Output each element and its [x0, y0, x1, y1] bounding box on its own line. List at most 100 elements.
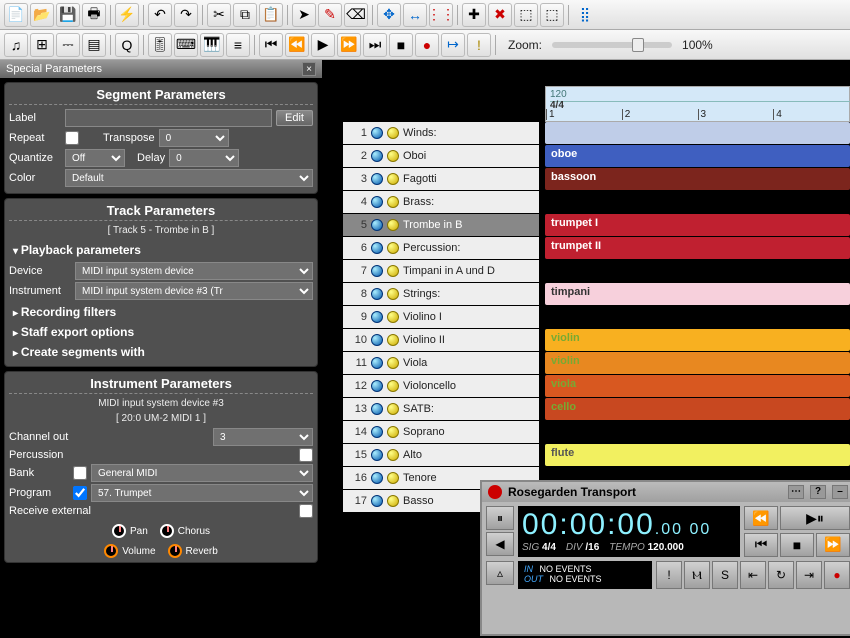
save-icon[interactable]: 💾	[56, 3, 80, 27]
notation-editor-icon[interactable]: ♫	[4, 33, 28, 57]
tp-stop-button[interactable]: ■	[780, 533, 814, 557]
segment-label-input[interactable]	[65, 109, 272, 127]
tp-rewind-button[interactable]: ⏪	[744, 506, 778, 530]
mixer-icon[interactable]: 🎚	[148, 33, 172, 57]
transport-titlebar[interactable]: Rosegarden Transport ⋯ ? –	[482, 482, 850, 502]
track-row[interactable]: 5 Trombe in B	[343, 214, 539, 236]
record-led[interactable]	[387, 242, 399, 254]
mute-led[interactable]	[371, 357, 383, 369]
mute-led[interactable]	[371, 196, 383, 208]
segment[interactable]: flute	[545, 444, 850, 466]
track-row[interactable]: 15 Alto	[343, 444, 539, 466]
window-dots-icon[interactable]: ⋯	[788, 485, 804, 499]
mute-led[interactable]	[371, 495, 383, 507]
record-led[interactable]	[387, 173, 399, 185]
mute-led[interactable]	[371, 242, 383, 254]
device-manager-icon[interactable]: ⌨	[174, 33, 198, 57]
bank-checkbox[interactable]	[73, 466, 87, 480]
tp-panic-button[interactable]: !	[656, 561, 682, 589]
audio-manager-icon[interactable]: ≡	[226, 33, 250, 57]
mute-led[interactable]	[371, 334, 383, 346]
open-file-icon[interactable]: 📂	[30, 3, 54, 27]
record-led[interactable]	[387, 127, 399, 139]
channel-out-select[interactable]: 3	[213, 428, 313, 446]
transpose-select[interactable]: 0	[159, 129, 229, 147]
mute-led[interactable]	[371, 150, 383, 162]
mute-led[interactable]	[371, 288, 383, 300]
track-row[interactable]: 3 Fagotti	[343, 168, 539, 190]
add-track-icon[interactable]: ✚	[462, 3, 486, 27]
record-led[interactable]	[387, 403, 399, 415]
record-led[interactable]	[387, 288, 399, 300]
copy-icon[interactable]: ⧉	[233, 3, 257, 27]
mute-led[interactable]	[371, 311, 383, 323]
record-led[interactable]	[387, 196, 399, 208]
resize-tool-icon[interactable]: ↔	[403, 3, 427, 27]
quantize-select[interactable]: Off	[65, 149, 125, 167]
loop-icon[interactable]: ↦	[441, 33, 465, 57]
rewind-icon[interactable]: ⏪	[285, 33, 309, 57]
record-led[interactable]	[387, 265, 399, 277]
record-led[interactable]	[387, 334, 399, 346]
tp-loop-start-button[interactable]: ⇤	[740, 561, 766, 589]
tp-play-button[interactable]: ▶⏸	[780, 506, 850, 530]
move-tool-icon[interactable]: ✥	[377, 3, 401, 27]
zoom-slider[interactable]	[552, 42, 672, 48]
track-row[interactable]: 4 Brass:	[343, 191, 539, 213]
ruler[interactable]: 120 4/4 1234	[545, 86, 850, 122]
mute-led[interactable]	[371, 127, 383, 139]
record-led[interactable]	[387, 219, 399, 231]
segment[interactable]	[545, 122, 850, 144]
repeat-checkbox[interactable]	[65, 131, 79, 145]
recording-filters-header[interactable]: Recording filters	[9, 302, 313, 322]
wizard-icon[interactable]: ⚡	[115, 3, 139, 27]
undo-icon[interactable]: ↶	[148, 3, 172, 27]
track-row[interactable]: 8 Strings:	[343, 283, 539, 305]
create-segments-header[interactable]: Create segments with	[9, 342, 313, 362]
staff-export-header[interactable]: Staff export options	[9, 322, 313, 342]
mute-led[interactable]	[371, 449, 383, 461]
mute-led[interactable]	[371, 380, 383, 392]
track-row[interactable]: 6 Percussion:	[343, 237, 539, 259]
window-minimize-icon[interactable]: –	[832, 485, 848, 499]
window-help-icon[interactable]: ?	[810, 485, 826, 499]
record-led[interactable]	[387, 426, 399, 438]
segment[interactable]: trumpet I	[545, 214, 850, 236]
track-row[interactable]: 10 Violino II	[343, 329, 539, 351]
track-row[interactable]: 12 Violoncello	[343, 375, 539, 397]
tp-ffwd-button[interactable]: ⏩	[816, 533, 850, 557]
track-row[interactable]: 2 Oboi	[343, 145, 539, 167]
segment[interactable]: trumpet II	[545, 237, 850, 259]
event-editor-icon[interactable]: ▤	[82, 33, 106, 57]
ffwd-end-icon[interactable]: ⏭	[363, 33, 387, 57]
record-led[interactable]	[387, 150, 399, 162]
record-icon[interactable]: ●	[415, 33, 439, 57]
program-checkbox[interactable]	[73, 486, 87, 500]
synth-manager-icon[interactable]: 🎹	[200, 33, 224, 57]
segment[interactable]: bassoon	[545, 168, 850, 190]
rewind-start-icon[interactable]: ⏮	[259, 33, 283, 57]
segment[interactable]: oboe	[545, 145, 850, 167]
segment[interactable]: cello	[545, 398, 850, 420]
device-select[interactable]: MIDI input system device	[75, 262, 313, 280]
mute-led[interactable]	[371, 219, 383, 231]
erase-tool-icon[interactable]: ⌫	[344, 3, 368, 27]
record-led[interactable]	[387, 311, 399, 323]
audio-editor-icon[interactable]: ⎓	[56, 33, 80, 57]
program-select[interactable]: 57. Trumpet	[91, 484, 313, 502]
track-row[interactable]: 11 Viola	[343, 352, 539, 374]
print-icon[interactable]: 🖶	[82, 3, 106, 27]
mute-led[interactable]	[371, 265, 383, 277]
config-dots-icon[interactable]: ⣿	[573, 3, 597, 27]
record-led[interactable]	[387, 380, 399, 392]
track-up-icon[interactable]: ⬚	[514, 3, 538, 27]
tp-left-arrow-button[interactable]: ◀	[486, 532, 514, 556]
receive-external-checkbox[interactable]	[299, 504, 313, 518]
ffwd-icon[interactable]: ⏩	[337, 33, 361, 57]
mute-led[interactable]	[371, 173, 383, 185]
mute-led[interactable]	[371, 403, 383, 415]
matrix-editor-icon[interactable]: ⊞	[30, 33, 54, 57]
split-tool-icon[interactable]: ⋮⋮	[429, 3, 453, 27]
delay-select[interactable]: 0	[169, 149, 239, 167]
record-led[interactable]	[387, 357, 399, 369]
